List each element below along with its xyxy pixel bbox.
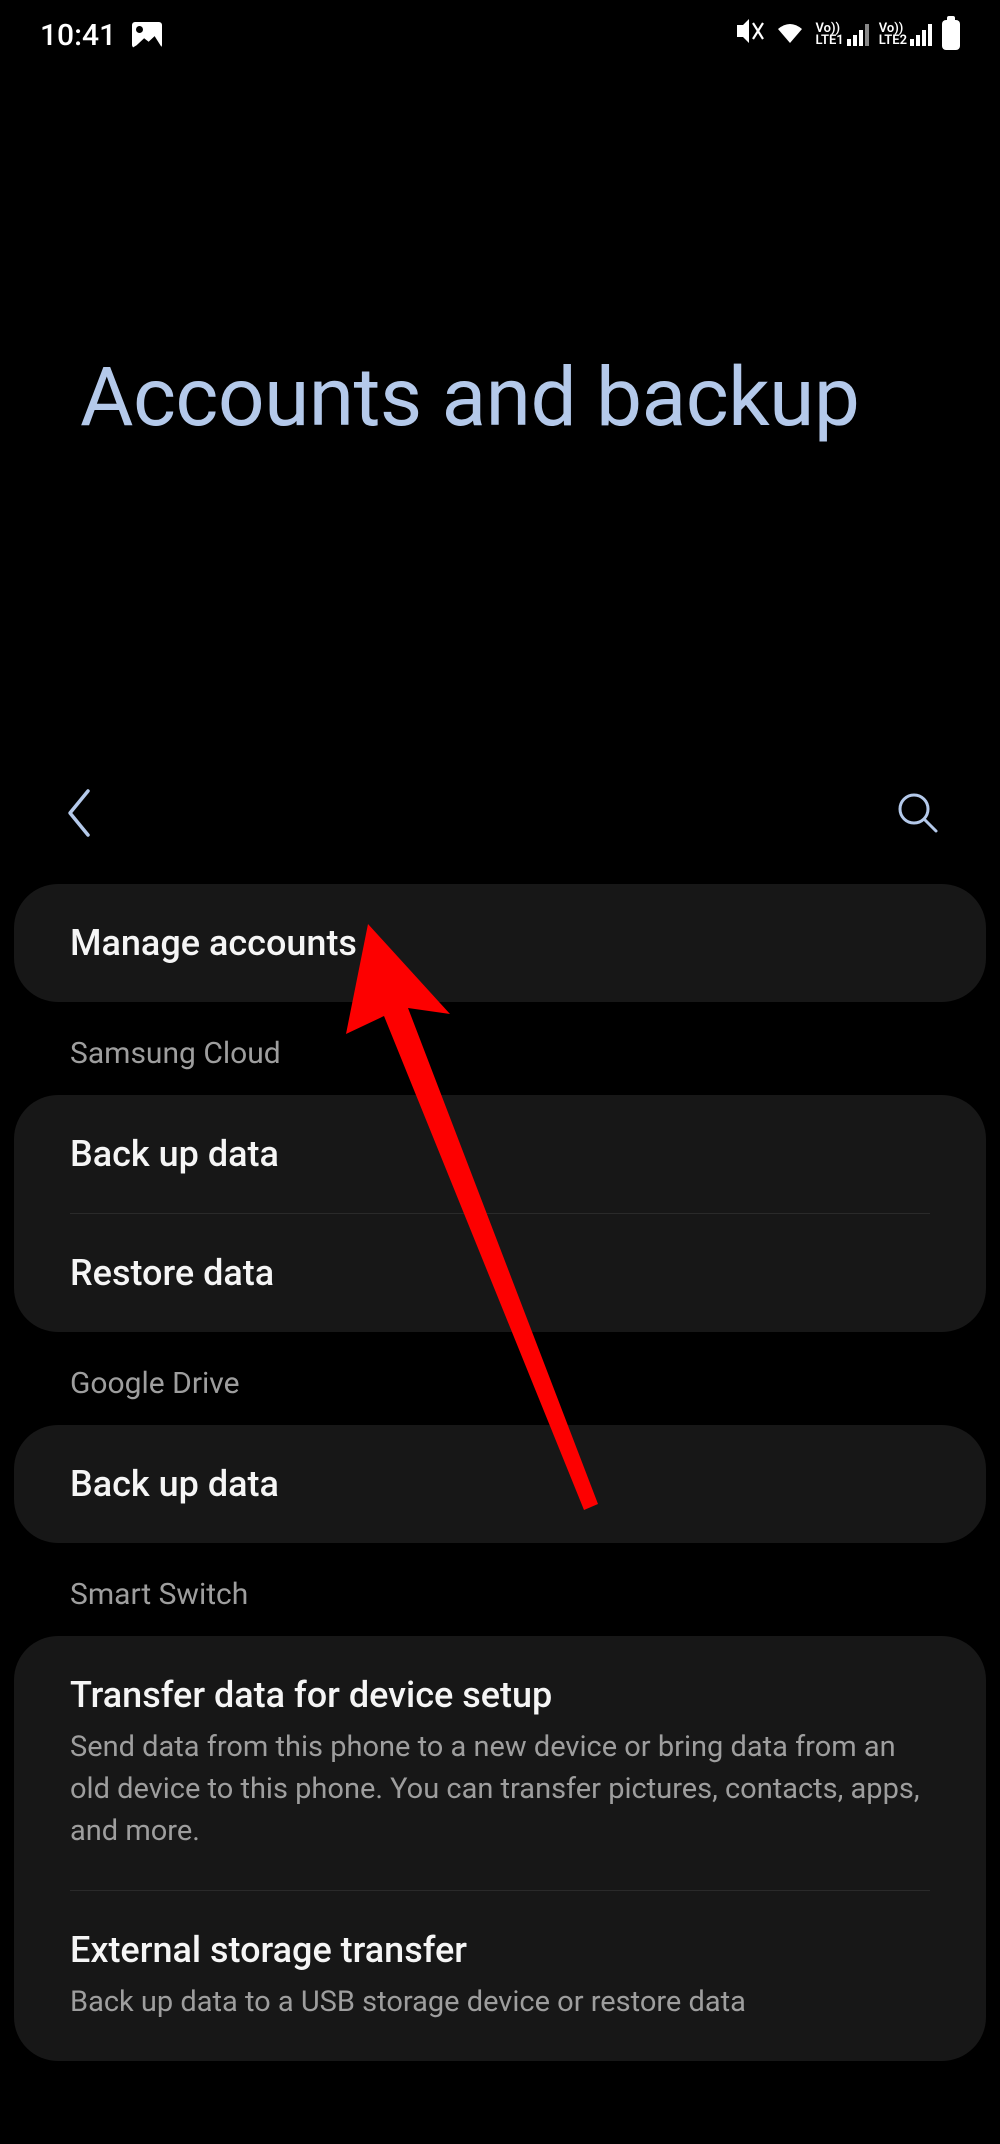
section-header-samsung-cloud: Samsung Cloud (14, 1002, 986, 1095)
vibrate-silent-icon (733, 17, 765, 53)
status-right: Vo)) LTE1 Vo)) LTE2 (733, 17, 960, 53)
section-header-google-drive: Google Drive (14, 1332, 986, 1425)
status-time: 10:41 (40, 18, 116, 53)
samsung-restore-item[interactable]: Restore data (14, 1214, 986, 1332)
battery-icon (942, 20, 960, 50)
page-title-area: Accounts and backup (0, 70, 1000, 760)
page-title: Accounts and backup (80, 350, 920, 446)
back-button[interactable] (60, 787, 98, 843)
google-backup-item[interactable]: Back up data (14, 1425, 986, 1543)
transfer-data-item[interactable]: Transfer data for device setup Send data… (14, 1636, 986, 1890)
manage-accounts-item[interactable]: Manage accounts (14, 884, 986, 1002)
sim2-label: Vo)) LTE2 (879, 23, 907, 48)
list-item-subtitle: Send data from this phone to a new devic… (70, 1726, 930, 1852)
toolbar (0, 760, 1000, 870)
search-button[interactable] (896, 791, 940, 839)
smart-switch-card: Transfer data for device setup Send data… (14, 1636, 986, 2061)
list-item-title: Manage accounts (70, 922, 930, 964)
status-left: 10:41 (40, 18, 162, 53)
sim1-indicator: Vo)) LTE1 (815, 23, 868, 48)
status-bar: 10:41 Vo)) LTE1 Vo)) LTE2 (0, 0, 1000, 70)
sim1-label: Vo)) LTE1 (815, 23, 843, 48)
list-item-title: Back up data (70, 1463, 930, 1505)
content-area: Manage accounts Samsung Cloud Back up da… (0, 870, 1000, 2061)
list-item-title: Restore data (70, 1252, 930, 1294)
signal-bars-icon (910, 24, 932, 46)
sim2-indicator: Vo)) LTE2 (879, 23, 932, 48)
google-drive-card: Back up data (14, 1425, 986, 1543)
samsung-cloud-card: Back up data Restore data (14, 1095, 986, 1332)
list-item-subtitle: Back up data to a USB storage device or … (70, 1981, 930, 2023)
wifi-icon (775, 18, 805, 53)
manage-accounts-card: Manage accounts (14, 884, 986, 1002)
list-item-title: External storage transfer (70, 1929, 930, 1971)
section-header-smart-switch: Smart Switch (14, 1543, 986, 1636)
list-item-title: Back up data (70, 1133, 930, 1175)
picture-icon (132, 22, 162, 48)
list-item-title: Transfer data for device setup (70, 1674, 930, 1716)
signal-bars-icon (847, 24, 869, 46)
samsung-backup-item[interactable]: Back up data (14, 1095, 986, 1213)
external-storage-item[interactable]: External storage transfer Back up data t… (14, 1891, 986, 2061)
